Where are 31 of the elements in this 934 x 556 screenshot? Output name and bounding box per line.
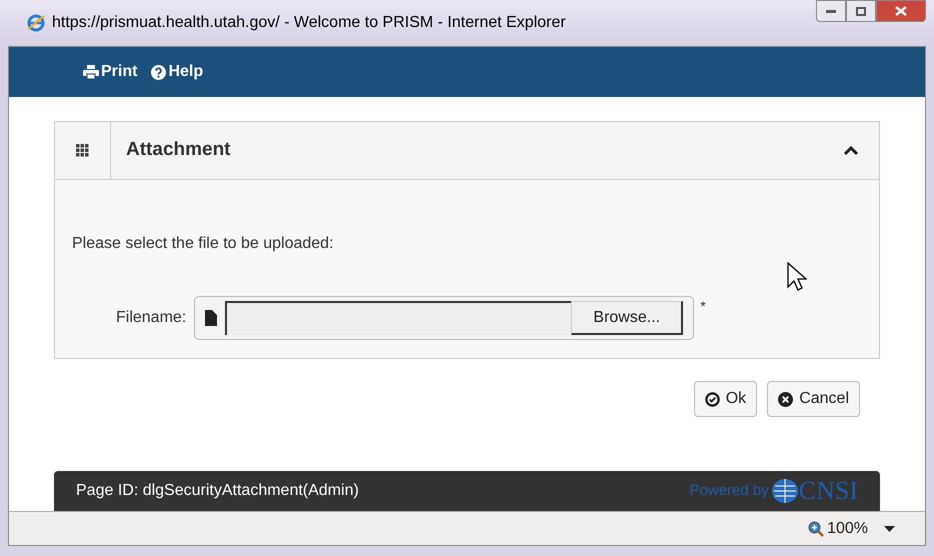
ok-button[interactable]: Ok	[694, 381, 758, 417]
zoom-level[interactable]: 100%	[827, 516, 868, 540]
file-icon	[205, 310, 218, 326]
toolbar-link[interactable]: Print	[83, 60, 138, 84]
file-field[interactable]: Browse...	[194, 296, 694, 340]
globe-logo-icon	[770, 478, 799, 504]
printer-icon	[83, 65, 99, 79]
page-id-text: Page ID: dlgSecurityAttachment(Admin)	[76, 481, 359, 501]
close-circle-icon	[778, 392, 794, 406]
grid-icon	[76, 144, 89, 157]
instruction-text: Please select the file to be uploaded:	[72, 234, 335, 254]
close-icon	[895, 6, 907, 16]
help-icon	[151, 64, 166, 80]
required-mark: *	[700, 297, 706, 316]
zoom-in-icon	[808, 520, 824, 536]
powered-by-text: Powered by	[690, 480, 769, 501]
cancel-button[interactable]: Cancel	[767, 381, 860, 417]
check-circle-icon	[704, 392, 720, 406]
maximize-button[interactable]	[846, 0, 876, 22]
dropdown-icon[interactable]	[884, 526, 895, 532]
toolbar-link[interactable]: Help	[151, 60, 204, 84]
filename-label: Filename:	[116, 308, 186, 328]
close-button[interactable]	[876, 0, 926, 22]
window-title: https://prismuat.health.utah.gov/ - Welcome to PRISM - Internet Explorer	[52, 13, 566, 33]
collapse-button[interactable]	[843, 144, 859, 156]
browse-button[interactable]: Browse...	[571, 301, 684, 335]
browser-icon	[26, 13, 46, 33]
logo-text: CNSI	[798, 478, 858, 504]
minimize-button[interactable]	[816, 0, 846, 22]
cursor-icon	[787, 262, 807, 292]
panel-title: Attachment	[126, 138, 231, 162]
